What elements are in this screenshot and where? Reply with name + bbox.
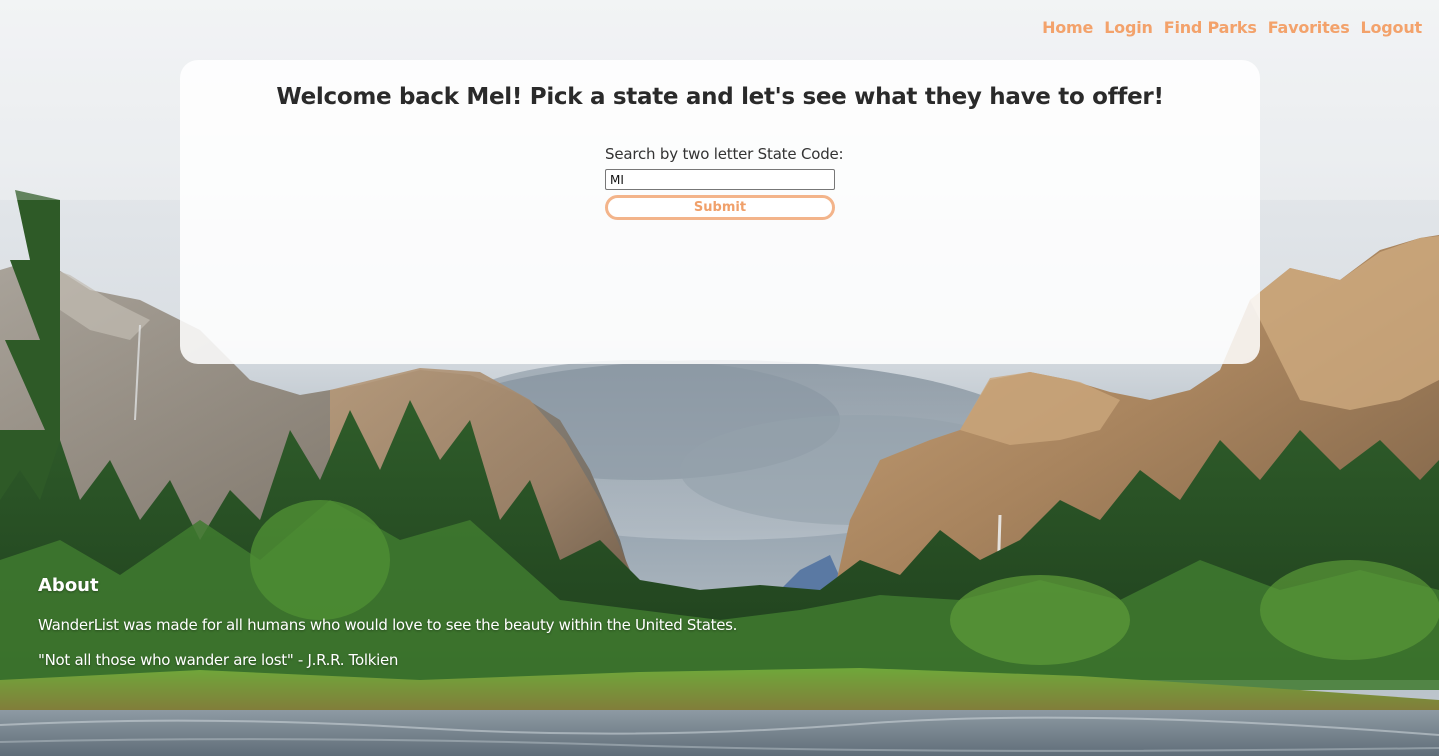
state-code-label: Search by two letter State Code: bbox=[605, 145, 844, 163]
submit-button[interactable]: Submit bbox=[605, 195, 835, 220]
nav-link-favorites[interactable]: Favorites bbox=[1268, 18, 1350, 37]
about-heading: About bbox=[38, 575, 99, 596]
about-description: WanderList was made for all humans who w… bbox=[38, 616, 738, 634]
page-title: Welcome back Mel! Pick a state and let's… bbox=[276, 84, 1164, 110]
nav-link-login[interactable]: Login bbox=[1104, 18, 1153, 37]
nav-link-home[interactable]: Home bbox=[1042, 18, 1093, 37]
about-quote: "Not all those who wander are lost" - J.… bbox=[38, 651, 399, 669]
nav-link-logout[interactable]: Logout bbox=[1361, 18, 1423, 37]
state-code-input[interactable] bbox=[605, 169, 835, 190]
nav-link-find-parks[interactable]: Find Parks bbox=[1164, 18, 1257, 37]
search-card: Welcome back Mel! Pick a state and let's… bbox=[180, 60, 1260, 364]
about-section: About WanderList was made for all humans… bbox=[38, 575, 737, 686]
top-nav: Home Login Find Parks Favorites Logout bbox=[1042, 18, 1422, 37]
state-search-form: Search by two letter State Code: Submit bbox=[605, 145, 844, 220]
